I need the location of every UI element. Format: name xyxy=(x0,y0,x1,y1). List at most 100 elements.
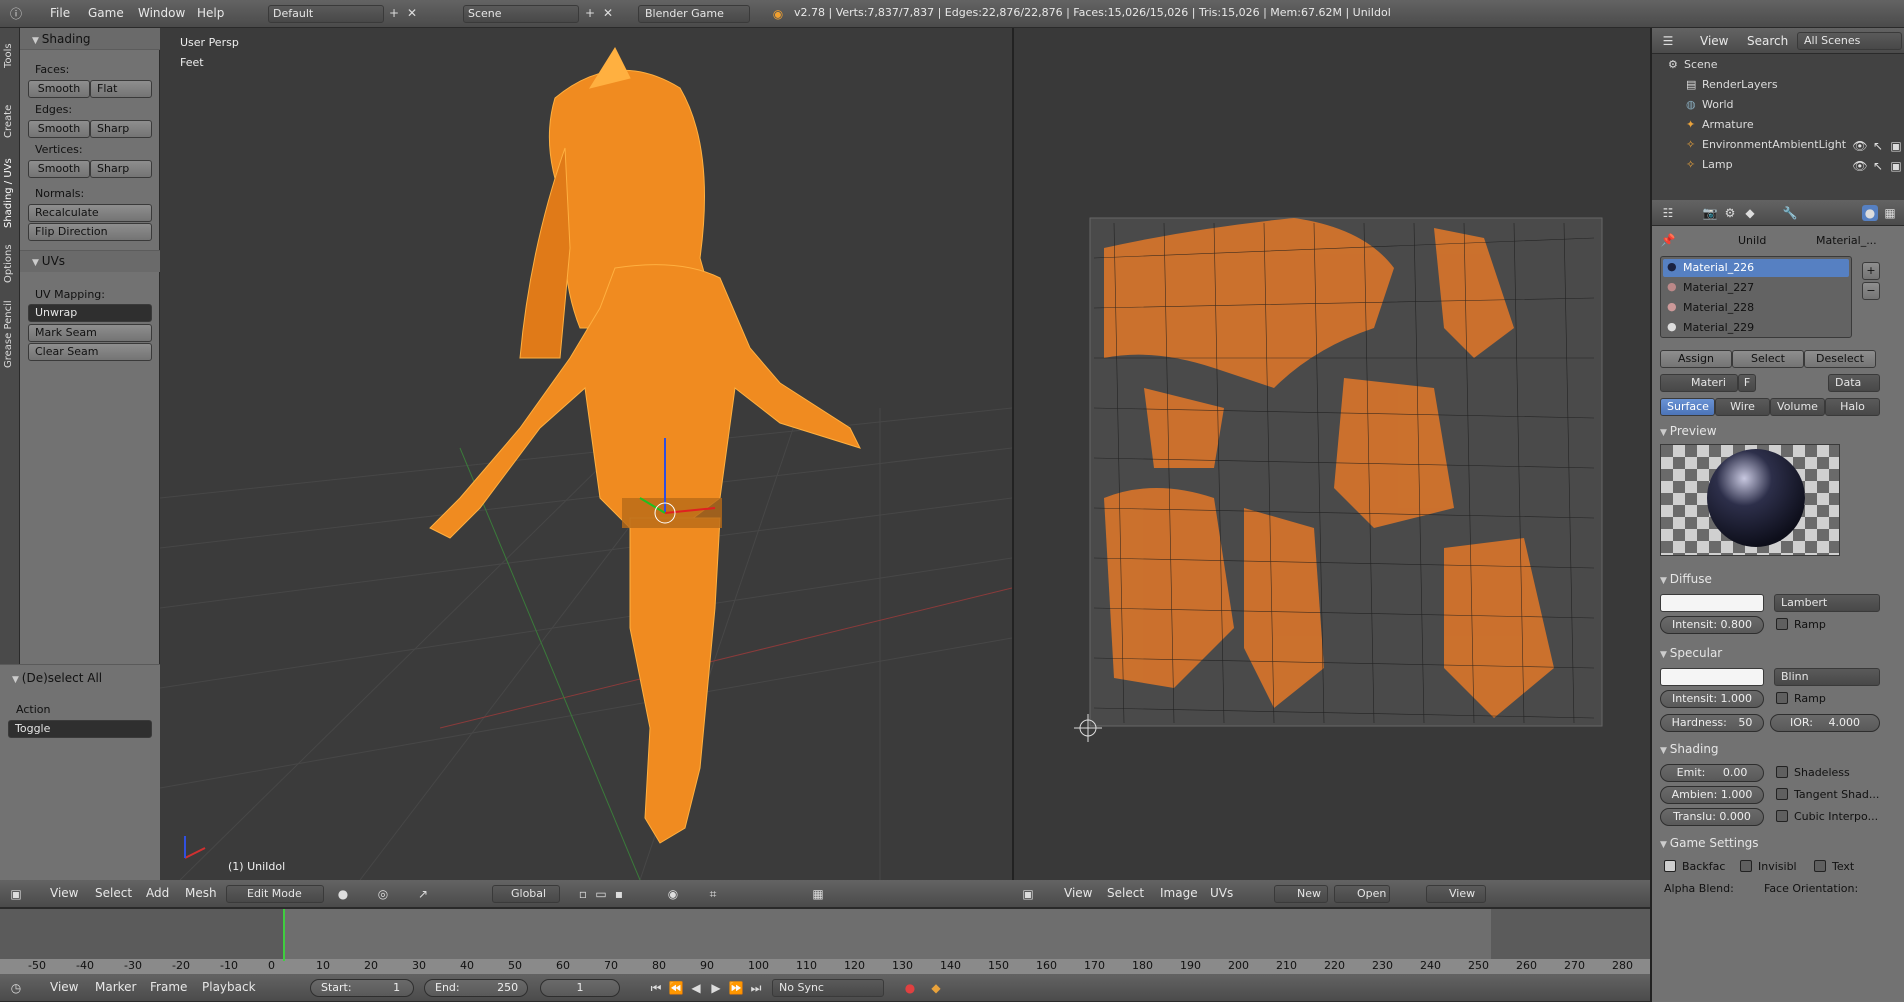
modifier-tab-icon[interactable]: 🔧 xyxy=(1782,205,1798,221)
uv-view-selector[interactable]: View xyxy=(1426,885,1486,903)
render-engine-selector[interactable]: Blender Game xyxy=(638,5,750,23)
diffuse-intensity-field[interactable]: Intensit: 0.800 xyxy=(1660,616,1764,634)
scene-selector[interactable]: Scene xyxy=(463,5,579,23)
end-frame-field[interactable]: End: 250 xyxy=(424,979,528,997)
shading-panel-title[interactable]: Shading xyxy=(1660,742,1719,756)
emit-field[interactable]: Emit: 0.00 xyxy=(1660,764,1764,782)
face-select-icon[interactable]: ▪ xyxy=(611,886,627,902)
outliner-scope-selector[interactable]: All Scenes xyxy=(1797,32,1902,50)
viewport-menu-mesh[interactable]: Mesh xyxy=(185,880,217,907)
new-image-button[interactable]: New xyxy=(1274,885,1328,903)
material-slot[interactable]: ● Material_228 xyxy=(1663,299,1849,317)
ambient-field[interactable]: Ambien: 1.000 xyxy=(1660,786,1764,804)
pin-icon[interactable]: 📌 xyxy=(1660,232,1676,248)
action-dropdown[interactable]: Toggle xyxy=(8,720,152,738)
select-cursor-icon[interactable]: ↖ xyxy=(1870,138,1886,154)
tab-halo[interactable]: Halo xyxy=(1825,398,1880,416)
render-tab-icon[interactable]: 📷 xyxy=(1702,205,1718,221)
tab-volume[interactable]: Volume xyxy=(1770,398,1825,416)
viewport-menu-select[interactable]: Select xyxy=(95,880,132,907)
proportional-edit-icon[interactable]: ◉ xyxy=(665,886,681,902)
cubic-interpolation-checkbox[interactable] xyxy=(1776,810,1788,822)
pivot-icon[interactable]: ◎ xyxy=(375,886,391,902)
deselect-button[interactable]: Deselect xyxy=(1804,350,1876,368)
uv-menu-image[interactable]: Image xyxy=(1160,880,1198,907)
mode-selector[interactable]: Edit Mode xyxy=(226,885,324,903)
tangent-shading-checkbox[interactable] xyxy=(1776,788,1788,800)
faces-flat-button[interactable]: Flat xyxy=(90,80,152,98)
visibility-eye-icon[interactable]: 👁 xyxy=(1852,158,1868,174)
shading-solid-icon[interactable]: ● xyxy=(335,886,351,902)
uv-menu-select[interactable]: Select xyxy=(1107,880,1144,907)
material-link-selector[interactable]: Data xyxy=(1828,374,1880,392)
timeline[interactable]: -50 -40 -30 -20 -10 0 10 20 30 40 50 60 70 80 90 100 110… xyxy=(0,908,1650,975)
tab-create[interactable]: Create xyxy=(3,105,14,138)
shading-panel-title[interactable]: Shading xyxy=(32,32,91,46)
recalculate-button[interactable]: Recalculate xyxy=(28,204,152,222)
edge-select-icon[interactable]: ▭ xyxy=(593,886,609,902)
outliner-menu-search[interactable]: Search xyxy=(1747,28,1788,53)
vertices-sharp-button[interactable]: Sharp xyxy=(90,160,152,178)
render-camera-icon[interactable]: ▣ xyxy=(1888,138,1904,154)
specular-intensity-field[interactable]: Intensit: 1.000 xyxy=(1660,690,1764,708)
game-settings-panel-title[interactable]: Game Settings xyxy=(1660,836,1759,850)
timeline-menu-playback[interactable]: Playback xyxy=(202,974,256,1001)
tab-surface[interactable]: Surface xyxy=(1660,398,1715,416)
tab-tools[interactable]: Tools xyxy=(3,43,14,68)
viewport-menu-add[interactable]: Add xyxy=(146,880,169,907)
close-layout-icon[interactable]: ✕ xyxy=(404,5,420,21)
prev-keyframe-icon[interactable]: ⏪ xyxy=(668,980,684,996)
preview-panel-title[interactable]: Preview xyxy=(1660,424,1717,438)
menu-game[interactable]: Game xyxy=(88,0,124,27)
info-editor-icon[interactable]: ⓘ xyxy=(8,6,24,22)
tab-wire[interactable]: Wire xyxy=(1715,398,1770,416)
play-reverse-icon[interactable]: ◀ xyxy=(688,980,704,996)
specular-panel-title[interactable]: Specular xyxy=(1660,646,1722,660)
menu-file[interactable]: File xyxy=(50,0,70,27)
texture-tab-icon[interactable]: ▦ xyxy=(1882,205,1898,221)
vertex-select-icon[interactable]: ▫ xyxy=(575,886,591,902)
specular-ramp-checkbox[interactable] xyxy=(1776,692,1788,704)
remove-slot-button[interactable]: − xyxy=(1862,282,1880,300)
flip-direction-button[interactable]: Flip Direction xyxy=(28,223,152,241)
edges-smooth-button[interactable]: Smooth xyxy=(28,120,90,138)
translucency-field[interactable]: Translu: 0.000 xyxy=(1660,808,1764,826)
uv-menu-uvs[interactable]: UVs xyxy=(1210,880,1233,907)
material-slot[interactable]: ● Material_227 xyxy=(1663,279,1849,297)
edges-sharp-button[interactable]: Sharp xyxy=(90,120,152,138)
operator-title[interactable]: (De)select All xyxy=(12,671,102,685)
invisible-checkbox[interactable] xyxy=(1740,860,1752,872)
snap-icon[interactable]: ⌗ xyxy=(705,886,721,902)
timeline-menu-view[interactable]: View xyxy=(50,974,78,1001)
object-tab-icon[interactable]: ◆ xyxy=(1742,205,1758,221)
specular-color-swatch[interactable] xyxy=(1660,668,1764,686)
add-layout-icon[interactable]: + xyxy=(386,5,402,21)
vertices-smooth-button[interactable]: Smooth xyxy=(28,160,90,178)
select-cursor-icon[interactable]: ↖ xyxy=(1870,158,1886,174)
add-slot-button[interactable]: + xyxy=(1862,262,1880,280)
text-checkbox[interactable] xyxy=(1814,860,1826,872)
sync-selector[interactable]: No Sync xyxy=(772,979,884,997)
open-image-button[interactable]: Open xyxy=(1334,885,1390,903)
properties-editor-icon[interactable]: ☷ xyxy=(1660,205,1676,221)
record-icon[interactable]: ● xyxy=(902,980,918,996)
material-name-field[interactable]: Materi xyxy=(1660,374,1738,392)
screen-layout-selector[interactable]: Default xyxy=(268,5,384,23)
current-frame-field[interactable]: 1 xyxy=(540,979,620,997)
orientation-selector[interactable]: Global xyxy=(492,885,560,903)
start-frame-field[interactable]: Start: 1 xyxy=(310,979,414,997)
assign-button[interactable]: Assign xyxy=(1660,350,1732,368)
material-tab-icon[interactable]: ● xyxy=(1862,205,1878,221)
uv-menu-view[interactable]: View xyxy=(1064,880,1092,907)
editor-type-icon[interactable]: ▣ xyxy=(8,886,24,902)
unwrap-dropdown[interactable]: Unwrap xyxy=(28,304,152,322)
outliner-menu-view[interactable]: View xyxy=(1700,28,1728,53)
tab-grease-pencil[interactable]: Grease Pencil xyxy=(3,300,14,368)
close-scene-icon[interactable]: ✕ xyxy=(600,5,616,21)
scene-tab-icon[interactable]: ⚙ xyxy=(1722,205,1738,221)
viewport-menu-view[interactable]: View xyxy=(50,880,78,907)
hardness-field[interactable]: Hardness: 50 xyxy=(1660,714,1764,732)
next-keyframe-icon[interactable]: ⏩ xyxy=(728,980,744,996)
tab-shading-uvs[interactable]: Shading / UVs xyxy=(3,158,14,228)
specular-shader-selector[interactable]: Blinn xyxy=(1774,668,1880,686)
